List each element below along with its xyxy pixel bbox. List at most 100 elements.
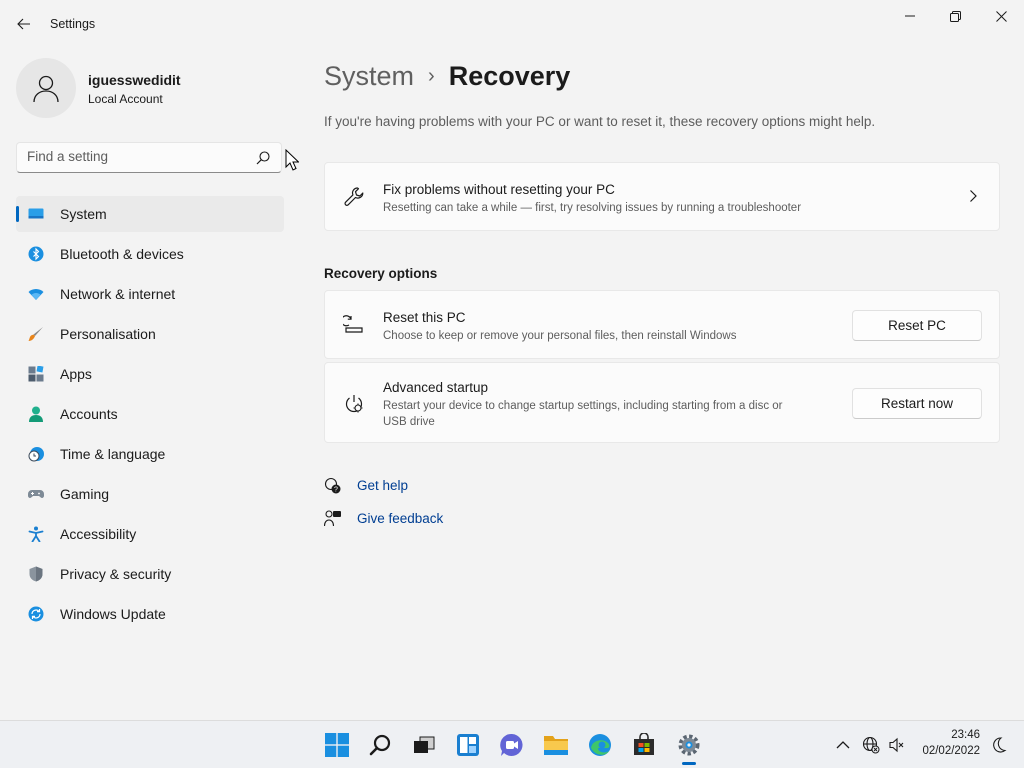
sidebar-item-label: Windows Update bbox=[60, 606, 166, 622]
person-icon bbox=[29, 406, 43, 422]
reset-pc-button[interactable]: Reset PC bbox=[852, 310, 982, 341]
card-description: Choose to keep or remove your personal f… bbox=[383, 330, 737, 342]
sidebar-item-label: Time & language bbox=[60, 446, 166, 462]
back-button[interactable] bbox=[10, 10, 38, 38]
sidebar-item-time-language[interactable]: Time & language bbox=[16, 436, 284, 472]
back-arrow-icon bbox=[17, 18, 30, 30]
update-icon bbox=[28, 606, 44, 622]
wifi-icon bbox=[28, 289, 44, 300]
get-help-link[interactable]: ? Get help bbox=[324, 475, 524, 497]
get-help-icon: ? bbox=[324, 477, 341, 494]
sidebar-item-system[interactable]: System bbox=[16, 196, 284, 232]
sidebar-item-personalisation[interactable]: Personalisation bbox=[16, 316, 284, 352]
system-icon bbox=[28, 208, 44, 219]
chevron-up-icon[interactable] bbox=[834, 736, 852, 754]
card-description-line2: USB drive bbox=[383, 416, 435, 428]
task-view-button[interactable] bbox=[411, 732, 437, 758]
sidebar-item-accessibility[interactable]: Accessibility bbox=[16, 516, 284, 552]
brush-icon bbox=[28, 327, 43, 341]
minimize-button[interactable] bbox=[887, 0, 933, 32]
card-title: Fix problems without resetting your PC bbox=[383, 182, 615, 197]
search-icon[interactable] bbox=[255, 150, 271, 166]
file-explorer-icon bbox=[544, 736, 568, 755]
sidebar-item-privacy-security[interactable]: Privacy & security bbox=[16, 556, 284, 592]
give-feedback-label[interactable]: Give feedback bbox=[357, 511, 443, 526]
page-description: If you're having problems with your PC o… bbox=[324, 114, 876, 129]
restart-now-button[interactable]: Restart now bbox=[852, 388, 982, 419]
restore-button[interactable] bbox=[932, 0, 978, 32]
svg-text:?: ? bbox=[334, 487, 338, 494]
accessibility-icon bbox=[28, 526, 44, 542]
settings-icon bbox=[678, 734, 700, 756]
clock-globe-icon bbox=[28, 447, 44, 462]
feedback-icon bbox=[324, 510, 341, 527]
section-heading: Recovery options bbox=[324, 266, 438, 281]
sidebar-item-label: Network & internet bbox=[60, 286, 176, 302]
get-help-label[interactable]: Get help bbox=[357, 478, 408, 493]
sidebar-item-label: Accessibility bbox=[60, 526, 137, 542]
wrench-icon bbox=[344, 187, 364, 206]
close-icon bbox=[995, 10, 1007, 22]
account-type: Local Account bbox=[88, 92, 163, 106]
sidebar-item-apps[interactable]: Apps bbox=[16, 356, 284, 392]
start-button[interactable] bbox=[324, 732, 350, 758]
edge-button[interactable] bbox=[587, 732, 613, 758]
clock-date[interactable]: 02/02/2022 bbox=[906, 745, 980, 757]
breadcrumb-separator: › bbox=[428, 64, 435, 87]
sidebar-item-gaming[interactable]: Gaming bbox=[16, 476, 284, 512]
search-icon bbox=[369, 734, 391, 756]
sidebar-item-accounts[interactable]: Accounts bbox=[16, 396, 284, 432]
task-view-icon bbox=[414, 736, 435, 753]
sidebar-item-label: Personalisation bbox=[60, 326, 156, 342]
store-button[interactable] bbox=[631, 732, 657, 758]
user-name: iguesswedidit bbox=[88, 72, 181, 88]
sidebar-item-network[interactable]: Network & internet bbox=[16, 276, 284, 312]
sidebar-item-label: Accounts bbox=[60, 406, 118, 422]
search-input[interactable] bbox=[27, 149, 247, 164]
chat-icon bbox=[500, 733, 523, 756]
card-title: Reset this PC bbox=[383, 310, 466, 325]
sidebar-item-label: System bbox=[60, 206, 107, 222]
sidebar-item-windows-update[interactable]: Windows Update bbox=[16, 596, 284, 632]
shield-icon bbox=[29, 566, 43, 582]
app-title: Settings bbox=[50, 17, 96, 31]
chat-button[interactable] bbox=[499, 732, 525, 758]
active-app-indicator bbox=[682, 762, 696, 765]
gamepad-icon bbox=[28, 490, 44, 498]
reset-pc-icon bbox=[343, 315, 363, 333]
restore-icon bbox=[949, 10, 961, 22]
sidebar-item-label: Apps bbox=[60, 366, 92, 382]
sidebar-nav: System Bluetooth & devices Network & int… bbox=[16, 196, 284, 636]
title-bar: Settings bbox=[0, 0, 1024, 48]
bluetooth-icon bbox=[28, 246, 44, 262]
sidebar-item-label: Bluetooth & devices bbox=[60, 246, 184, 262]
search-box[interactable] bbox=[16, 142, 282, 173]
mouse-cursor-icon bbox=[285, 149, 299, 171]
avatar[interactable] bbox=[16, 58, 76, 118]
start-icon bbox=[325, 733, 349, 757]
advanced-startup-icon bbox=[345, 395, 363, 413]
network-icon[interactable] bbox=[862, 736, 880, 754]
volume-muted-icon[interactable] bbox=[888, 736, 906, 754]
close-button[interactable] bbox=[978, 0, 1024, 32]
chevron-right-icon bbox=[970, 190, 977, 202]
taskbar: 23:46 02/02/2022 bbox=[0, 720, 1024, 768]
sidebar-item-bluetooth[interactable]: Bluetooth & devices bbox=[16, 236, 284, 272]
moon-icon[interactable] bbox=[989, 736, 1007, 754]
minimize-icon bbox=[905, 15, 915, 17]
settings-taskbar-button[interactable] bbox=[676, 732, 702, 758]
card-description-line1: Restart your device to change startup se… bbox=[383, 400, 783, 412]
give-feedback-link[interactable]: Give feedback bbox=[324, 508, 524, 530]
card-description: Resetting can take a while — first, try … bbox=[383, 202, 802, 214]
breadcrumb-parent-link[interactable]: System bbox=[324, 61, 414, 92]
widgets-button[interactable] bbox=[455, 732, 481, 758]
taskbar-search-button[interactable] bbox=[368, 732, 394, 758]
fix-problems-card[interactable]: Fix problems without resetting your PC R… bbox=[324, 162, 1000, 231]
widgets-icon bbox=[457, 734, 479, 756]
sidebar-item-label: Privacy & security bbox=[60, 566, 172, 582]
file-explorer-button[interactable] bbox=[543, 732, 569, 758]
clock-time[interactable]: 23:46 bbox=[936, 729, 980, 741]
breadcrumb: System › Recovery bbox=[324, 58, 570, 94]
edge-icon bbox=[589, 734, 611, 756]
user-profile[interactable]: iguesswedidit Local Account bbox=[16, 58, 276, 118]
